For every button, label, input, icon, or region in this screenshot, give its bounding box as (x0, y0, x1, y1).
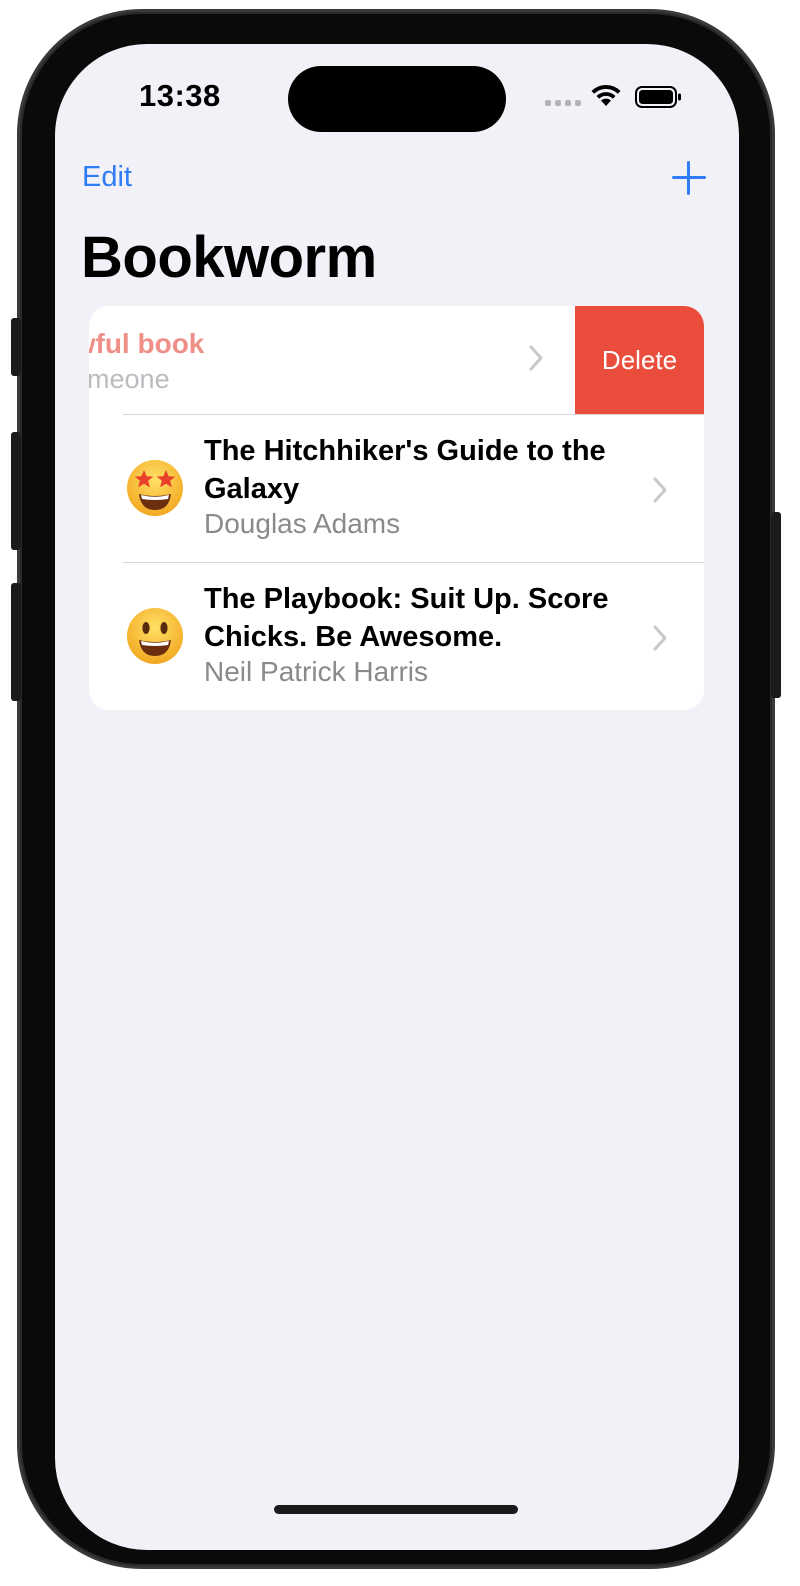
cellular-signal-icon (545, 100, 581, 106)
screen: 13:38 Edit Bookworm Awful book Someone D… (55, 44, 739, 1550)
book-author: Douglas Adams (204, 508, 401, 539)
chevron-right-icon (653, 477, 667, 503)
chevron-right-icon (653, 625, 667, 651)
status-time: 13:38 (139, 78, 221, 113)
book-title: The Hitchhiker's Guide to the Galaxy (204, 435, 606, 505)
plus-icon[interactable] (672, 161, 706, 195)
battery-icon (635, 86, 681, 108)
book-list: Awful book Someone Delete (89, 306, 704, 710)
list-item[interactable]: The Playbook: Suit Up. Score Chicks. Be … (89, 562, 704, 710)
wifi-icon (591, 84, 621, 106)
chevron-right-icon (529, 345, 543, 371)
smiling-face-emoji (127, 608, 183, 664)
power-button (771, 512, 781, 698)
home-indicator[interactable] (274, 1505, 518, 1514)
page-title: Bookworm (81, 225, 377, 290)
star-struck-face-emoji (127, 460, 183, 516)
book-author: Someone (89, 364, 170, 394)
book-title: Awful book (89, 328, 205, 359)
delete-button[interactable]: Delete (575, 306, 704, 414)
book-author: Neil Patrick Harris (204, 656, 429, 687)
silent-switch (11, 318, 21, 376)
list-item[interactable]: Awful book Someone Delete (89, 306, 704, 414)
edit-button[interactable]: Edit (82, 161, 132, 194)
list-item[interactable]: The Hitchhiker's Guide to the Galaxy Dou… (89, 414, 704, 562)
volume-down-button (11, 583, 21, 701)
swiped-row-content[interactable]: Awful book Someone (89, 306, 574, 414)
volume-up-button (11, 432, 21, 550)
dynamic-island (288, 66, 506, 132)
book-title: The Playbook: Suit Up. Score Chicks. Be … (204, 583, 609, 653)
